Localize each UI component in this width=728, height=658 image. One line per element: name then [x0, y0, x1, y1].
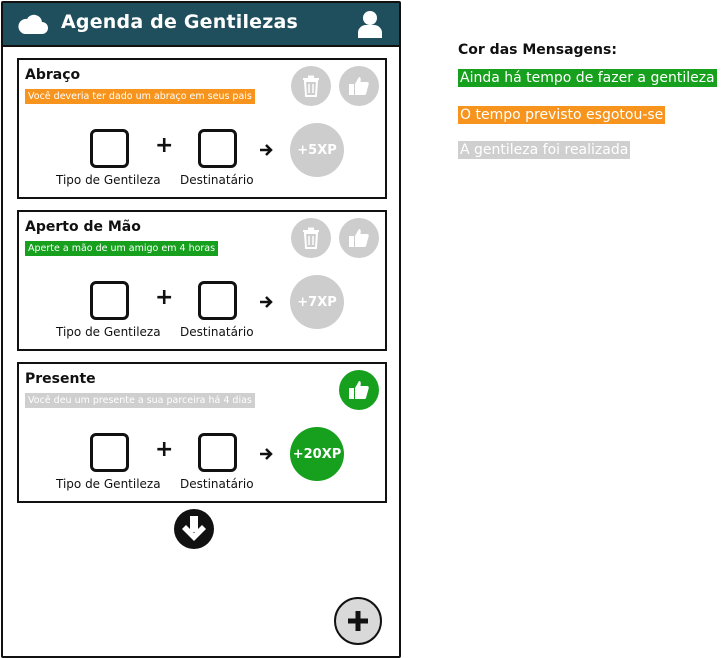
xp-badge: +7XP — [290, 275, 344, 329]
delete-button[interactable] — [291, 66, 331, 106]
card-abraco[interactable]: Abraço Você deveria ter dado um abraço e… — [17, 58, 387, 199]
plus-icon — [348, 611, 368, 631]
xp-badge: +5XP — [290, 123, 344, 177]
arrow-right-icon — [260, 296, 273, 308]
kindness-type-slot[interactable] — [90, 433, 129, 472]
card-message: Você deveria ter dado um abraço em seus … — [25, 89, 255, 104]
plus-icon: + — [155, 285, 174, 310]
plus-icon: + — [155, 437, 174, 462]
xp-badge: +20XP — [290, 427, 344, 481]
kindness-type-slot[interactable] — [90, 129, 129, 168]
card-title: Aperto de Mão — [25, 219, 141, 235]
card-title: Abraço — [25, 67, 81, 83]
kindness-type-slot[interactable] — [90, 281, 129, 320]
trash-icon — [303, 227, 319, 249]
recipient-slot[interactable] — [198, 129, 237, 168]
legend-item-pending: Ainda há tempo de fazer a gentileza — [458, 69, 717, 87]
kindness-type-label: Tipo de Gentileza — [56, 325, 161, 339]
recipient-label: Destinatário — [180, 325, 254, 339]
recipient-slot[interactable] — [198, 281, 237, 320]
kindness-type-label: Tipo de Gentileza — [56, 173, 161, 187]
user-icon[interactable] — [357, 9, 383, 43]
kindness-type-label: Tipo de Gentileza — [56, 477, 161, 491]
recipient-label: Destinatário — [180, 173, 254, 187]
legend-item-expired: O tempo previsto esgotou-se — [458, 106, 666, 124]
arrow-down-icon[interactable] — [172, 507, 216, 551]
legend-item-done: A gentileza foi realizada — [458, 141, 631, 159]
app-title: Agenda de Gentilezas — [61, 11, 299, 33]
arrow-right-icon — [260, 448, 273, 460]
recipient-label: Destinatário — [180, 477, 254, 491]
plus-icon: + — [155, 133, 174, 158]
delete-button[interactable] — [291, 218, 331, 258]
phone-frame: Agenda de Gentilezas Abraço Você deveria… — [1, 1, 401, 658]
thumbs-up-icon — [349, 229, 369, 247]
recipient-slot[interactable] — [198, 433, 237, 472]
app-header: Agenda de Gentilezas — [3, 3, 399, 47]
thumbs-up-icon — [349, 77, 369, 95]
legend-title: Cor das Mensagens: — [458, 42, 617, 58]
card-message: Aperte a mão de um amigo em 4 horas — [25, 241, 219, 256]
trash-icon — [303, 75, 319, 97]
card-title: Presente — [25, 371, 96, 387]
cloud-icon — [17, 12, 49, 40]
like-button[interactable] — [339, 66, 379, 106]
card-message: Você deu um presente a sua parceira há 4… — [25, 393, 255, 408]
like-button[interactable] — [339, 218, 379, 258]
card-aperto-de-mao[interactable]: Aperto de Mão Aperte a mão de um amigo e… — [17, 210, 387, 351]
like-button[interactable] — [339, 370, 379, 410]
thumbs-up-icon — [349, 381, 369, 399]
card-presente[interactable]: Presente Você deu um presente a sua parc… — [17, 362, 387, 503]
arrow-right-icon — [260, 144, 273, 156]
add-button[interactable] — [334, 597, 382, 645]
